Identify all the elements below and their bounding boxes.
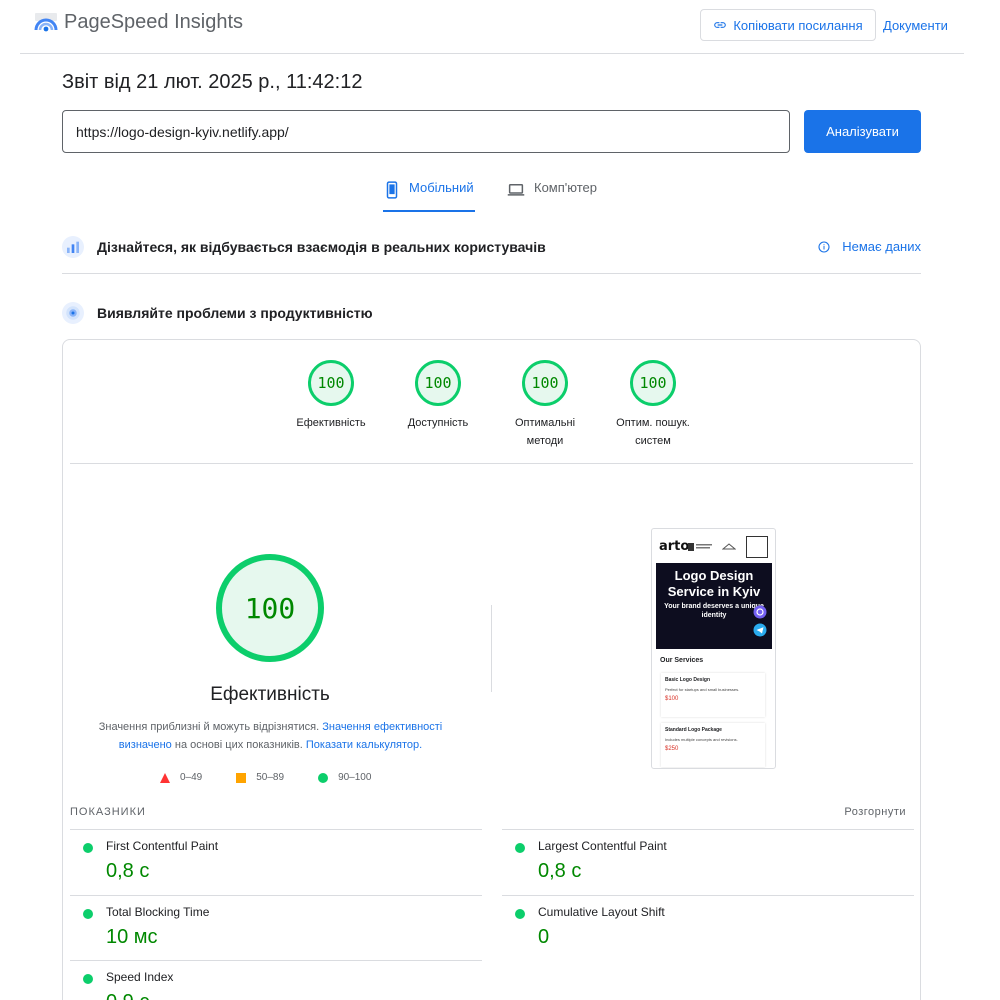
category-score: 100: [415, 360, 461, 406]
viber-icon: [753, 605, 767, 619]
report-card: 100 Ефективність 100 Доступність 100 Опт…: [62, 339, 921, 1000]
service-title: Basic Logo Design: [665, 677, 711, 683]
divider: [70, 463, 913, 464]
service-title: Standard Logo Package: [665, 727, 722, 733]
metric-value: 10 мс: [106, 926, 158, 948]
analyze-button[interactable]: Аналізувати: [804, 110, 921, 153]
performance-note: Значення приблизні й можуть відрізнятися…: [88, 718, 453, 754]
category-gauges: 100 Ефективність 100 Доступність 100 Опт…: [63, 340, 920, 464]
field-data-icon: [62, 235, 84, 258]
tab-desktop-label: Комп'ютер: [534, 180, 597, 195]
legend-pass: 90–100: [318, 772, 371, 783]
score-legend: 0–49 50–89 90–100: [160, 772, 405, 783]
report-title: Звіт від 21 лют. 2025 р., 11:42:12: [62, 71, 363, 93]
field-data-title: Дізнайтеся, як відбувається взаємодія в …: [97, 238, 546, 255]
tab-mobile-label: Мобільний: [409, 180, 474, 195]
copy-link-label: Копіювати посилання: [733, 17, 863, 33]
metrics-heading: ПОКАЗНИКИ: [70, 806, 146, 818]
performance-title: Ефективність: [210, 684, 330, 705]
url-input[interactable]: [62, 110, 790, 153]
telegram-icon: [753, 623, 767, 637]
metric-value: 0,8 с: [538, 860, 582, 882]
page-screenshot[interactable]: arto Logo Design Service in Kyiv Your br…: [651, 528, 776, 769]
calculator-link[interactable]: Показати калькулятор.: [306, 739, 422, 751]
screenshot-brand: arto: [659, 539, 690, 554]
category-label: Доступність: [407, 417, 469, 429]
field-data-section: Дізнайтеся, як відбувається взаємодія в …: [62, 234, 921, 274]
service-desc: Perfect for startups and small businesse…: [665, 687, 740, 692]
category-best-practices[interactable]: 100 Оптимальні методи: [495, 360, 595, 450]
screenshot-service-item: Standard Logo Package Includes multiple …: [661, 723, 765, 767]
pagespeed-logo-icon: [34, 13, 58, 32]
diagnose-icon: [62, 302, 84, 324]
top-header: PageSpeed Insights Копіювати посилання Д…: [20, 0, 964, 54]
service-price: $100: [665, 696, 679, 702]
tab-desktop[interactable]: Комп'ютер: [506, 180, 597, 212]
category-label: Оптим. пошук. систем: [616, 417, 690, 447]
app-name: PageSpeed Insights: [64, 10, 244, 33]
metric-value: 0,9 с: [106, 991, 149, 1000]
no-data-label: Немає даних: [842, 239, 921, 254]
screenshot-logo-box: [746, 536, 768, 558]
metric-name: First Contentful Paint: [106, 839, 219, 853]
legend-average-label: 50–89: [256, 772, 285, 783]
metric-name: Total Blocking Time: [106, 905, 210, 919]
service-desc: Includes multiple concepts and revisions…: [665, 737, 738, 742]
smartphone-icon: [386, 181, 398, 199]
screenshot-services-heading: Our Services: [660, 657, 704, 664]
average-square-icon: [236, 772, 247, 783]
category-label: Оптимальні методи: [514, 417, 576, 447]
metric-cls: Cumulative Layout Shift 0: [502, 895, 914, 961]
legend-fail-label: 0–49: [180, 772, 203, 783]
metric-value: 0: [538, 926, 550, 948]
metric-speed-index: Speed Index 0,9 с: [70, 960, 482, 1000]
category-score: 100: [630, 360, 676, 406]
lab-data-section: Виявляйте проблеми з продуктивністю: [62, 302, 921, 324]
pass-circle-icon: [515, 843, 525, 853]
app-logo[interactable]: PageSpeed Insights: [34, 10, 243, 34]
category-score: 100: [522, 360, 568, 406]
docs-link[interactable]: Документи: [883, 18, 948, 33]
emblem-icon: [722, 543, 736, 550]
screenshot-header: arto: [656, 533, 771, 561]
vertical-divider: [491, 605, 492, 692]
category-accessibility[interactable]: 100 Доступність: [388, 360, 488, 432]
note-text: Значення приблизні й можуть відрізнятися…: [98, 721, 323, 733]
screenshot-hero-title: Logo Design Service in Kyiv: [667, 568, 761, 599]
metric-fcp: First Contentful Paint 0,8 с: [70, 829, 482, 895]
metric-lcp: Largest Contentful Paint 0,8 с: [502, 829, 914, 895]
note-text: на основі цих показників.: [171, 739, 306, 751]
badge-icon: [688, 543, 712, 551]
category-label: Ефективність: [296, 417, 366, 429]
laptop-icon: [507, 184, 525, 196]
legend-fail: 0–49: [160, 772, 202, 783]
link-icon: [714, 22, 727, 28]
screenshot-hero: Logo Design Service in Kyiv Your brand d…: [656, 563, 772, 649]
metric-value: 0,8 с: [106, 860, 150, 882]
service-price: $250: [665, 746, 679, 752]
legend-average: 50–89: [236, 772, 284, 783]
no-data-indicator[interactable]: Немає даних: [818, 239, 921, 254]
performance-score-gauge: 100: [216, 554, 324, 662]
pass-circle-icon: [83, 909, 93, 919]
legend-pass-label: 90–100: [338, 772, 372, 783]
metric-name: Speed Index: [106, 970, 174, 984]
expand-metrics-toggle[interactable]: Розгорнути: [844, 806, 906, 818]
category-seo[interactable]: 100 Оптим. пошук. систем: [603, 360, 703, 450]
pass-circle-icon: [83, 843, 93, 853]
tab-mobile[interactable]: Мобільний: [383, 180, 475, 212]
metric-name: Cumulative Layout Shift: [538, 905, 665, 919]
pass-circle-icon: [515, 909, 525, 919]
info-icon: [818, 240, 830, 253]
pass-circle-icon: [83, 974, 93, 984]
screenshot-service-item: Basic Logo Design Perfect for startups a…: [661, 673, 765, 717]
metric-tbt: Total Blocking Time 10 мс: [70, 895, 482, 961]
metric-name: Largest Contentful Paint: [538, 839, 667, 853]
category-score: 100: [308, 360, 354, 406]
lab-data-title: Виявляйте проблеми з продуктивністю: [97, 305, 373, 321]
copy-link-button[interactable]: Копіювати посилання: [700, 9, 876, 41]
category-performance[interactable]: 100 Ефективність: [281, 360, 381, 432]
pass-circle-icon: [318, 772, 329, 783]
fail-triangle-icon: [160, 772, 170, 783]
